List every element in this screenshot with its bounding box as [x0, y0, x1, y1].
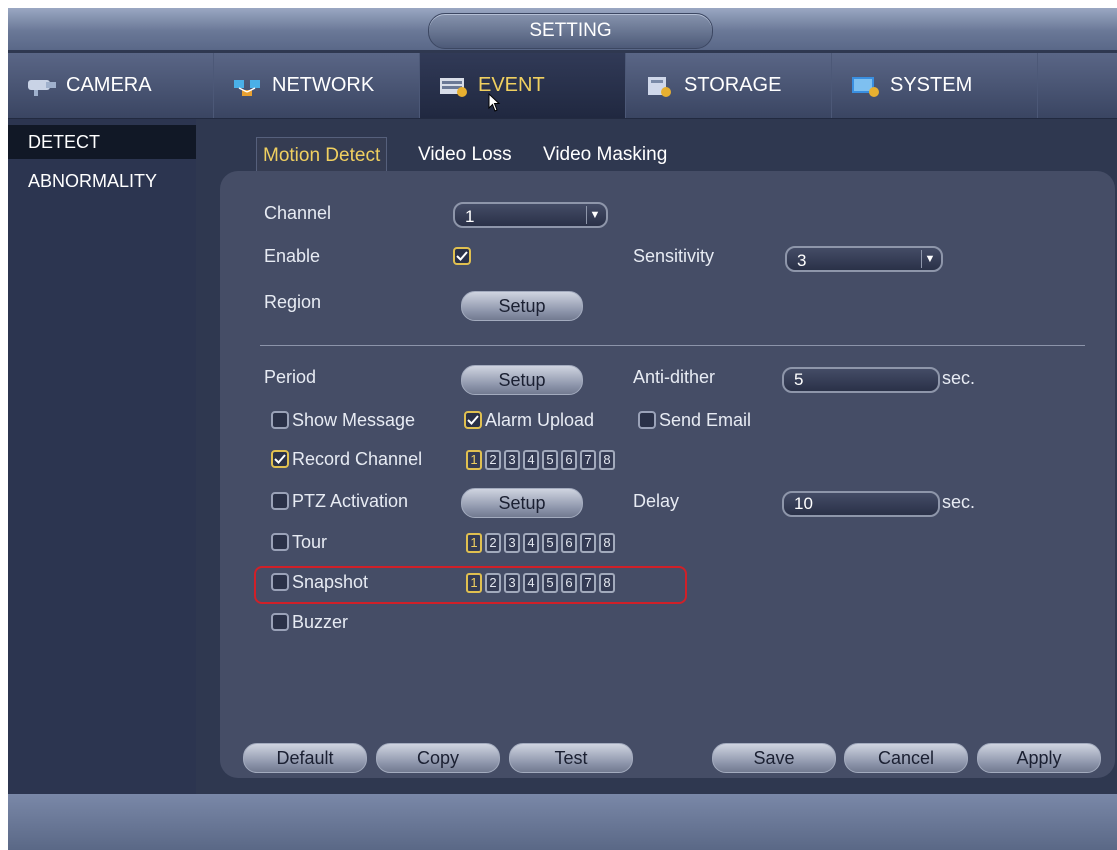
- enable-checkbox[interactable]: [453, 247, 471, 265]
- buzzer-label: Buzzer: [292, 612, 349, 632]
- copy-button[interactable]: Copy: [376, 743, 500, 773]
- tour-channel-2[interactable]: 2: [485, 533, 501, 553]
- region-label: Region: [264, 292, 322, 312]
- delay-input[interactable]: 10: [782, 491, 940, 517]
- tab-motion-detect[interactable]: Motion Detect: [256, 137, 388, 174]
- buzzer-checkbox[interactable]: [271, 613, 289, 631]
- tab-network[interactable]: NETWORK: [214, 53, 420, 118]
- tab-label: CAMERA: [66, 74, 152, 96]
- anti-dither-input[interactable]: 5: [782, 367, 940, 393]
- anti-dither-label: Anti-dither: [633, 367, 716, 387]
- record-channel-8[interactable]: 8: [599, 450, 615, 470]
- send-email-label: Send Email: [659, 410, 752, 430]
- tab-system[interactable]: SYSTEM: [832, 53, 1038, 118]
- tour-label: Tour: [292, 532, 328, 552]
- checkmark-icon: [467, 415, 479, 425]
- tab-event[interactable]: EVENT: [420, 53, 626, 118]
- checkmark-icon: [456, 251, 468, 261]
- chevron-down-icon: ▼: [586, 206, 603, 224]
- test-button[interactable]: Test: [509, 743, 633, 773]
- channel-value: 1: [465, 207, 475, 226]
- ptz-setup-button[interactable]: Setup: [461, 488, 583, 518]
- sensitivity-value: 3: [797, 251, 807, 270]
- network-icon: [234, 79, 260, 96]
- sensitivity-label: Sensitivity: [633, 246, 715, 266]
- cancel-button[interactable]: Cancel: [844, 743, 968, 773]
- mouse-cursor-icon: [488, 93, 501, 112]
- alarm-upload-label: Alarm Upload: [485, 410, 595, 430]
- show-message-checkbox[interactable]: [271, 411, 289, 429]
- tab-camera[interactable]: CAMERA: [8, 53, 214, 118]
- tour-channel-6[interactable]: 6: [561, 533, 577, 553]
- period-label: Period: [264, 367, 317, 387]
- default-button[interactable]: Default: [243, 743, 367, 773]
- record-channel-2[interactable]: 2: [485, 450, 501, 470]
- checkmark-icon: [274, 454, 286, 464]
- record-channel-1[interactable]: 1: [466, 450, 482, 470]
- record-channel-label: Record Channel: [292, 449, 423, 469]
- window-title: SETTING: [428, 13, 713, 49]
- divider: [260, 345, 1085, 346]
- send-email-checkbox[interactable]: [638, 411, 656, 429]
- title-bar: SETTING: [8, 8, 1117, 50]
- alarm-upload-checkbox[interactable]: [464, 411, 482, 429]
- tab-video-masking[interactable]: Video Masking: [543, 137, 667, 173]
- record-channel-7[interactable]: 7: [580, 450, 596, 470]
- delay-unit: sec.: [942, 492, 976, 512]
- tour-channel-3[interactable]: 3: [504, 533, 520, 553]
- tour-channel-7[interactable]: 7: [580, 533, 596, 553]
- anti-dither-unit: sec.: [942, 368, 976, 388]
- bottom-bar: [8, 794, 1117, 850]
- sidebar-item-detect[interactable]: DETECT: [8, 125, 196, 159]
- apply-button[interactable]: Apply: [977, 743, 1101, 773]
- record-channel-checkbox[interactable]: [271, 450, 289, 468]
- show-message-label: Show Message: [292, 410, 416, 430]
- chevron-down-icon: ▼: [921, 250, 938, 268]
- record-channel-6[interactable]: 6: [561, 450, 577, 470]
- tour-channel-5[interactable]: 5: [542, 533, 558, 553]
- tour-channel-4[interactable]: 4: [523, 533, 539, 553]
- save-button[interactable]: Save: [712, 743, 836, 773]
- record-channel-3[interactable]: 3: [504, 450, 520, 470]
- event-icon: [440, 77, 467, 97]
- tab-label: STORAGE: [684, 74, 782, 96]
- tab-label: NETWORK: [272, 74, 375, 96]
- enable-label: Enable: [264, 246, 321, 266]
- motion-detect-panel: Channel 1 ▼ Enable Sensitivity 3 ▼ Regio…: [220, 171, 1115, 778]
- channel-select[interactable]: 1 ▼: [453, 202, 608, 228]
- record-channel-4[interactable]: 4: [523, 450, 539, 470]
- tab-video-loss[interactable]: Video Loss: [418, 137, 512, 173]
- tour-channel-1[interactable]: 1: [466, 533, 482, 553]
- setting-window: SETTING CAMERA NETWORK EVENT STORAGE SYS…: [8, 8, 1117, 850]
- sidebar: DETECT ABNORMALITY: [8, 119, 196, 794]
- system-icon: [852, 76, 879, 97]
- storage-icon: [648, 76, 671, 97]
- tour-channel-8[interactable]: 8: [599, 533, 615, 553]
- snapshot-highlight-box: [254, 566, 687, 604]
- delay-label: Delay: [633, 491, 680, 511]
- region-setup-button[interactable]: Setup: [461, 291, 583, 321]
- sensitivity-select[interactable]: 3 ▼: [785, 246, 943, 272]
- tab-label: SYSTEM: [890, 74, 973, 96]
- record-channel-5[interactable]: 5: [542, 450, 558, 470]
- tour-checkbox[interactable]: [271, 533, 289, 551]
- sidebar-item-abnormality[interactable]: ABNORMALITY: [8, 164, 196, 198]
- ptz-activation-checkbox[interactable]: [271, 492, 289, 510]
- main-tab-bar: CAMERA NETWORK EVENT STORAGE SYSTEM: [8, 53, 1117, 119]
- tab-storage[interactable]: STORAGE: [626, 53, 832, 118]
- camera-icon: [28, 79, 56, 96]
- channel-label: Channel: [264, 203, 332, 223]
- ptz-activation-label: PTZ Activation: [292, 491, 409, 511]
- period-setup-button[interactable]: Setup: [461, 365, 583, 395]
